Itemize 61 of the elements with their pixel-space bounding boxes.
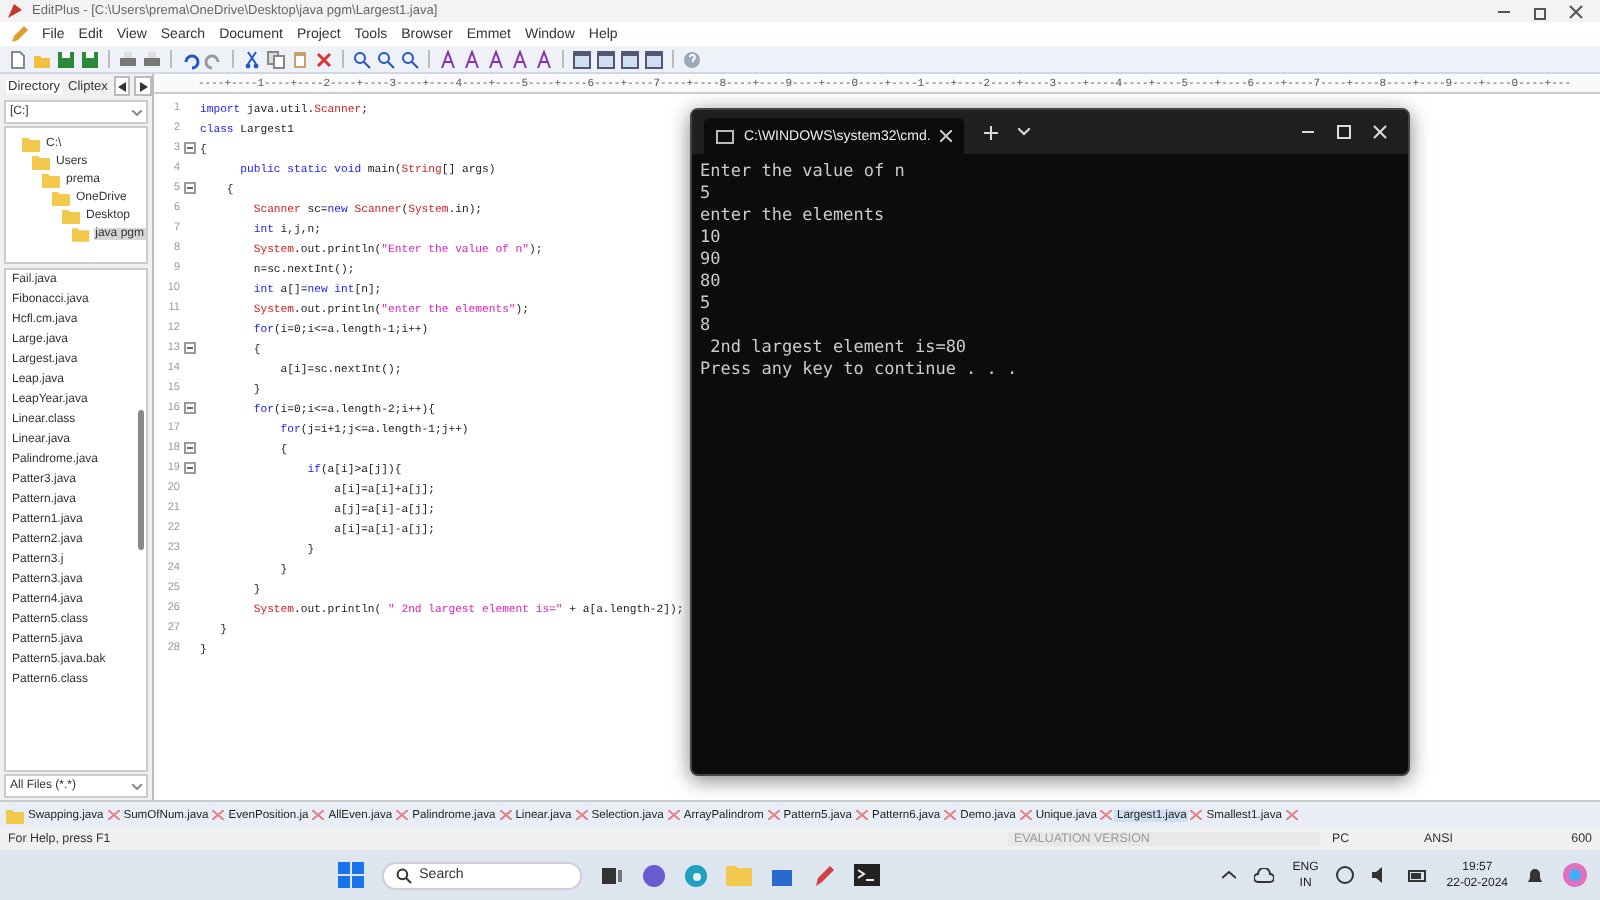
printer-icon[interactable]	[118, 49, 138, 69]
window-icon[interactable]	[596, 49, 616, 69]
search-icon[interactable]	[352, 49, 372, 69]
pencil-icon[interactable]	[811, 863, 836, 887]
close-icon[interactable]	[1568, 3, 1584, 19]
search-icon[interactable]	[376, 49, 396, 69]
text-format-icon[interactable]	[462, 49, 482, 69]
terminal-output-line: Enter the value of n	[700, 162, 907, 184]
chevron-down-icon	[132, 109, 142, 115]
undo-icon[interactable]	[180, 49, 200, 69]
terminal-output-line: 2nd largest element is=80	[708, 338, 969, 360]
terminal-output-line: 90	[700, 250, 723, 272]
maximize-icon[interactable]	[1336, 124, 1352, 140]
fold-toggle-icon[interactable]	[183, 442, 195, 454]
text-format-icon[interactable]	[510, 49, 530, 69]
chevron-down-icon	[132, 783, 142, 789]
window-icon[interactable]	[644, 49, 664, 69]
printer-icon[interactable]	[142, 49, 162, 69]
window-icon[interactable]	[620, 49, 640, 69]
terminal-output-line: Press any key to continue . . .	[700, 360, 1020, 382]
floppy-icon[interactable]	[56, 49, 76, 69]
folder-icon	[6, 807, 24, 823]
fold-toggle-icon[interactable]	[183, 342, 195, 354]
terminal-output-line: 5	[700, 294, 713, 316]
text-format-icon[interactable]	[486, 49, 506, 69]
text-format-icon[interactable]	[438, 49, 458, 69]
floppy-icon[interactable]	[80, 49, 100, 69]
terminal-icon	[716, 129, 734, 143]
scroll-right-button[interactable]	[134, 76, 152, 96]
terminal-output-line: 5	[700, 184, 713, 206]
task-view-icon[interactable]	[599, 863, 624, 887]
chevron-up-icon[interactable]	[1222, 870, 1237, 880]
fold-toggle-icon[interactable]	[183, 142, 195, 154]
terminal-output-line: 10	[700, 228, 723, 250]
terminal-output-line: 80	[700, 272, 723, 294]
restore-icon[interactable]	[1532, 3, 1548, 19]
delete-icon[interactable]	[314, 49, 334, 69]
terminal-output-line: enter the elements	[700, 206, 887, 228]
chat-icon[interactable]	[641, 863, 666, 887]
fold-toggle-icon[interactable]	[183, 182, 195, 194]
window-icon[interactable]	[572, 49, 592, 69]
search-icon[interactable]	[400, 49, 420, 69]
browser-icon[interactable]	[683, 863, 708, 887]
scroll-left-button[interactable]	[113, 76, 131, 96]
chevron-down-icon[interactable]	[1018, 128, 1031, 136]
terminal-output-line: 8	[700, 316, 711, 338]
fold-toggle-icon[interactable]	[183, 462, 195, 474]
cloud-icon[interactable]	[1254, 867, 1275, 883]
text-format-icon[interactable]	[534, 49, 554, 69]
plus-icon[interactable]	[984, 125, 999, 139]
terminal-icon[interactable]	[853, 864, 880, 886]
windows-start-icon[interactable]	[337, 862, 364, 888]
copy-icon[interactable]	[266, 49, 286, 69]
search-icon	[395, 867, 412, 883]
bell-icon[interactable]	[1526, 865, 1544, 885]
scrollbar-thumb[interactable]	[138, 410, 144, 550]
clipboard-icon[interactable]	[290, 49, 310, 69]
fold-toggle-icon[interactable]	[183, 402, 195, 414]
redo-icon[interactable]	[204, 49, 224, 69]
scissors-icon[interactable]	[242, 49, 262, 69]
battery-icon[interactable]	[1408, 869, 1429, 881]
